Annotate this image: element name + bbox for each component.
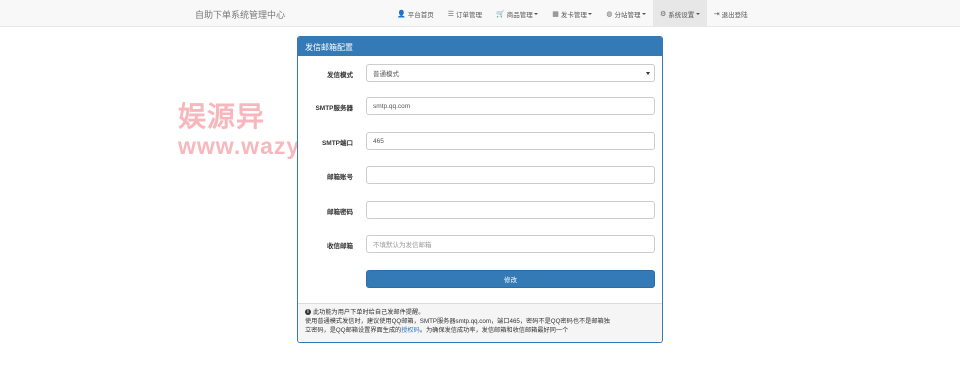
help-line-2: 使用普通模式发信时，建议使用QQ邮箱，SMTP服务器smtp.qq.com，端口…: [305, 318, 610, 325]
password-input[interactable]: [366, 201, 655, 219]
nav-item-cards[interactable]: ▦ 发卡管理: [545, 0, 599, 27]
form-row-receiver: 收信邮箱 不填默认为发信邮箱: [298, 235, 662, 253]
nav-item-label: 发卡管理: [560, 11, 587, 19]
navbar-brand[interactable]: 自助下单系统管理中心: [195, 8, 285, 21]
navbar-menu: 👤 平台首页 ☰ 订单管理 🛒 商品管理 ▦ 发卡管理 ◍ 分站管理 ⚙ 系统设…: [390, 0, 755, 27]
panel-footer-help: i 此功能为用户下单时给自己发邮件提醒。 使用普通模式发信时，建议使用QQ邮箱，S…: [298, 303, 662, 342]
caret-down-icon: [641, 12, 646, 15]
logout-icon: ⇥: [713, 10, 720, 18]
form-row-smtp-server: SMTP服务器 smtp.qq.com: [298, 97, 662, 115]
nav-item-label: 订单管理: [456, 11, 482, 19]
watermark-logo: 娱源异: [178, 101, 266, 132]
nav-item-home[interactable]: 👤 平台首页: [390, 0, 441, 27]
dropdown-arrow-icon: [646, 72, 650, 75]
top-navbar: 自助下单系统管理中心 👤 平台首页 ☰ 订单管理 🛒 商品管理 ▦ 发卡管理 ◍…: [0, 0, 960, 27]
nav-item-logout[interactable]: ⇥ 退出登陆: [707, 0, 755, 27]
form-row-smtp-port: SMTP端口 465: [298, 132, 662, 150]
user-icon: 👤: [397, 10, 406, 18]
nav-item-products[interactable]: 🛒 商品管理: [489, 0, 545, 27]
form-row-account: 邮箱账号: [298, 166, 662, 184]
globe-icon: ◍: [606, 10, 613, 18]
mode-select-value: 普通模式: [373, 71, 399, 78]
smtp-port-label: SMTP端口: [321, 140, 353, 147]
help-line-3: 立密码，是QQ邮箱设置界面生成的授权码。为确保发信成功率，发信邮箱和收信邮箱最好…: [305, 327, 569, 334]
caret-down-icon: [588, 12, 593, 15]
panel-title: 发信邮箱配置: [298, 37, 662, 56]
nav-item-label: 分站管理: [614, 11, 641, 19]
grid-icon: ▦: [552, 10, 559, 18]
receiver-input[interactable]: 不填默认为发信邮箱: [366, 235, 655, 253]
nav-item-substations[interactable]: ◍ 分站管理: [599, 0, 653, 27]
smtp-port-input[interactable]: 465: [366, 132, 655, 150]
nav-item-orders[interactable]: ☰ 订单管理: [441, 0, 489, 27]
smtp-server-input[interactable]: smtp.qq.com: [366, 97, 655, 115]
form-row-mode: 发信模式 普通模式: [298, 64, 662, 82]
smtp-server-label: SMTP服务器: [315, 105, 353, 112]
nav-item-label: 平台首页: [407, 11, 434, 19]
caret-down-icon: [695, 12, 700, 15]
help-line-1: i 此功能为用户下单时给自己发邮件提醒。: [305, 308, 657, 317]
nav-item-label: 系统设置: [668, 11, 695, 19]
caret-down-icon: [534, 12, 539, 15]
submit-button[interactable]: 修改: [366, 270, 655, 288]
account-label: 邮箱账号: [327, 174, 353, 181]
info-icon: i: [305, 309, 311, 316]
cart-icon: 🛒: [496, 10, 505, 18]
account-input[interactable]: [366, 166, 655, 184]
auth-code-link[interactable]: 授权码: [401, 327, 420, 334]
mode-label: 发信模式: [327, 72, 353, 79]
receiver-label: 收信邮箱: [327, 243, 353, 250]
nav-item-label: 商品管理: [506, 11, 533, 19]
list-icon: ☰: [447, 10, 454, 18]
mail-config-panel: 发信邮箱配置 发信模式 普通模式 SMTP服务器 smtp.qq.com SMT…: [297, 36, 663, 343]
mode-select[interactable]: 普通模式: [366, 64, 655, 82]
gear-icon: ⚙: [659, 10, 667, 18]
nav-item-label: 退出登陆: [721, 11, 748, 19]
nav-item-settings[interactable]: ⚙ 系统设置: [652, 0, 707, 27]
form-row-password: 邮箱密码: [298, 201, 662, 219]
password-label: 邮箱密码: [327, 209, 353, 216]
